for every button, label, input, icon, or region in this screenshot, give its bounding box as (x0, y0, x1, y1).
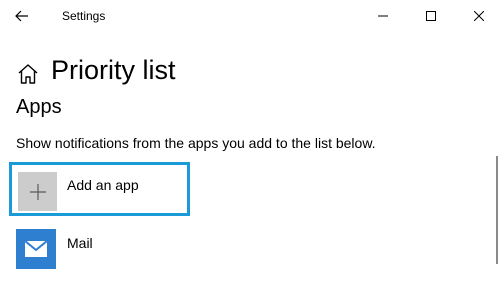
app-item-label: Mail (67, 235, 93, 251)
add-an-app-button[interactable]: Add an app (9, 162, 190, 216)
minimize-icon (378, 15, 388, 17)
window-title: Settings (62, 9, 106, 23)
maximize-button[interactable] (408, 0, 454, 32)
mail-app-icon-tile (16, 229, 56, 269)
close-icon (474, 11, 484, 21)
vertical-scrollbar[interactable] (496, 156, 498, 264)
mail-icon (25, 241, 47, 257)
back-button[interactable] (8, 2, 36, 30)
minimize-button[interactable] (360, 0, 406, 32)
app-item-mail[interactable]: Mail (16, 226, 236, 274)
close-button[interactable] (456, 0, 502, 32)
page-title: Priority list (51, 55, 176, 85)
maximize-icon (426, 11, 436, 21)
add-app-icon-tile (18, 172, 57, 211)
title-bar: Settings (0, 0, 502, 32)
plus-icon (29, 183, 46, 200)
arrow-left-icon (15, 10, 28, 22)
home-icon (18, 64, 38, 84)
settings-window: Settings Priority list Apps Show notific… (0, 0, 502, 290)
add-app-label: Add an app (67, 177, 139, 193)
section-title: Apps (16, 96, 62, 118)
section-description: Show notifications from the apps you add… (16, 135, 376, 151)
